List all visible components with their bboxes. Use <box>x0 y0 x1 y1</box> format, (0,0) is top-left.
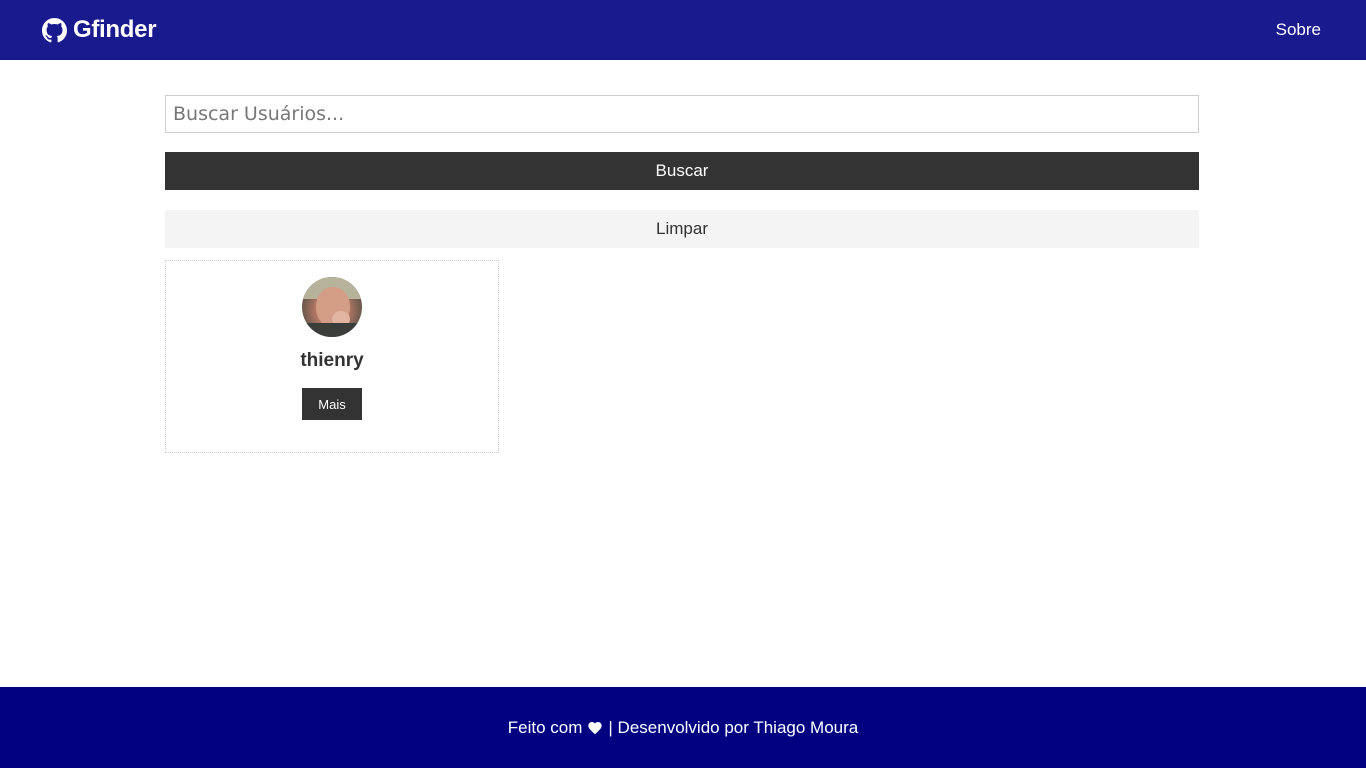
brand[interactable]: Gfinder <box>42 16 157 44</box>
search-button[interactable]: Buscar <box>165 152 1199 190</box>
heart-icon <box>586 720 604 736</box>
users-grid: thienry Mais <box>165 260 1199 453</box>
user-avatar <box>302 277 362 337</box>
nav-link-about[interactable]: Sobre <box>1276 20 1321 40</box>
navbar: Gfinder Sobre <box>0 0 1366 60</box>
clear-button[interactable]: Limpar <box>165 210 1199 248</box>
search-form: Buscar <box>165 95 1199 190</box>
more-button[interactable]: Mais <box>302 388 362 420</box>
brand-title: Gfinder <box>73 16 157 43</box>
footer: Feito com | Desenvolvido por Thiago Mour… <box>0 687 1366 768</box>
footer-credits: | Desenvolvido por Thiago Moura <box>608 717 859 737</box>
footer-prefix: Feito com <box>507 717 583 737</box>
github-icon <box>42 17 67 43</box>
search-input[interactable] <box>165 95 1199 133</box>
user-card: thienry Mais <box>165 260 499 453</box>
main-content: Buscar Limpar thienry Mais <box>165 95 1199 453</box>
user-login: thienry <box>300 350 364 371</box>
